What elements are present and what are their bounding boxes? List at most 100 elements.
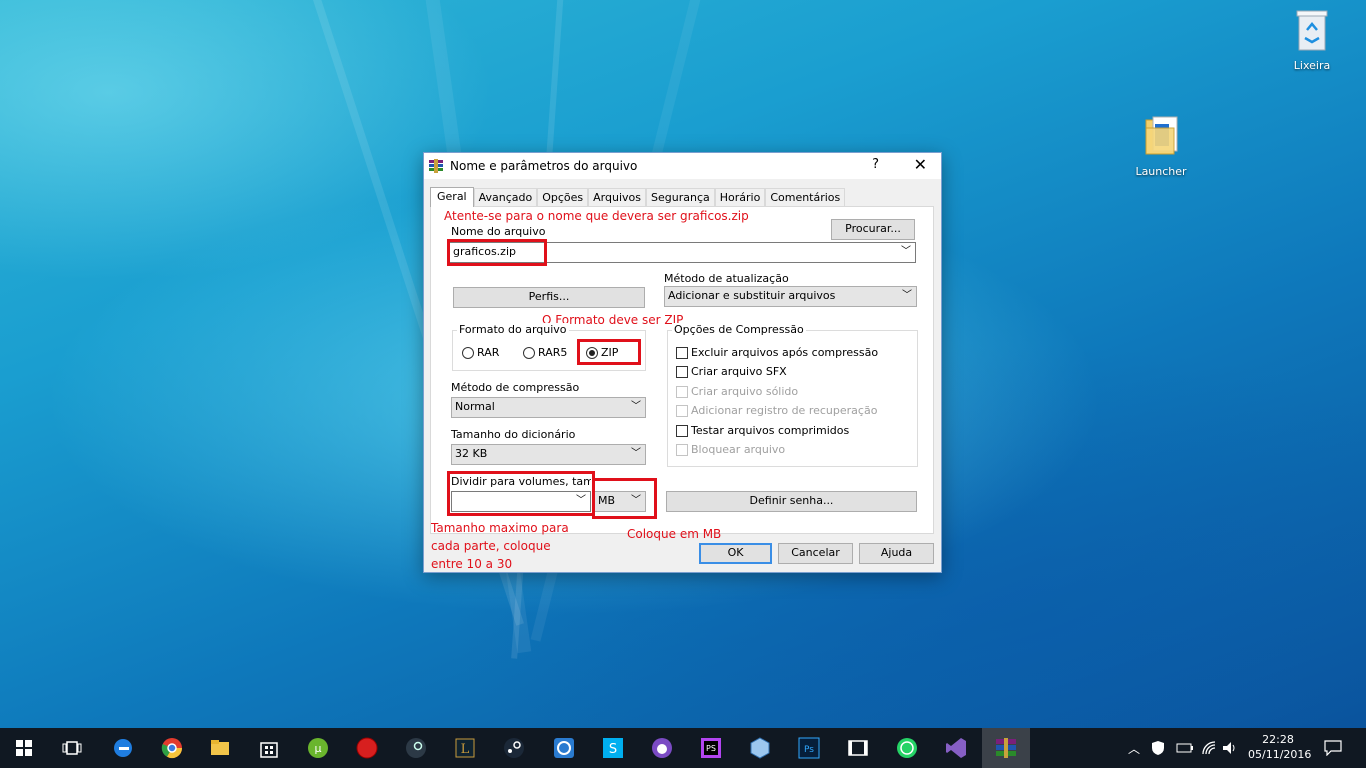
ok-button[interactable]: OK — [699, 543, 772, 564]
desktop-icon-label: Launcher — [1135, 165, 1187, 178]
profiles-button[interactable]: Perfis... — [453, 287, 645, 308]
tab-opcoes[interactable]: Opções — [537, 188, 589, 207]
recycle-bin-icon — [1277, 8, 1347, 55]
chevron-up-icon[interactable]: ︿ — [1128, 740, 1140, 757]
option-solid-archive: Criar arquivo sólido — [676, 385, 798, 398]
tab-arquivos[interactable]: Arquivos — [588, 188, 646, 207]
wifi-icon[interactable] — [1201, 740, 1217, 756]
clock[interactable]: 22:28 05/11/2016 — [1248, 732, 1312, 762]
option-label: Excluir arquivos após compressão — [691, 346, 879, 359]
league-icon[interactable]: L — [453, 736, 477, 760]
radio-label: RAR — [477, 346, 500, 359]
tab-avancado[interactable]: Avançado — [473, 188, 538, 207]
highlight-zip-format — [577, 339, 641, 365]
update-method-select[interactable]: Adicionar e substituir arquivos ﹀ — [664, 286, 917, 307]
file-explorer-icon[interactable] — [208, 736, 232, 760]
checkbox — [676, 404, 688, 417]
format-radio-rar[interactable]: RAR — [462, 346, 499, 359]
steam-like-icon[interactable] — [404, 736, 428, 760]
chevron-down-icon[interactable]: ﹀ — [901, 243, 911, 261]
utorrent-icon[interactable]: µ — [306, 736, 330, 760]
store-icon[interactable] — [257, 736, 281, 760]
dictionary-size-value: 32 KB — [455, 447, 488, 460]
chevron-down-icon: ﹀ — [631, 448, 641, 459]
winrar-icon[interactable] — [994, 736, 1018, 760]
annotation-unit-note: Coloque em MB — [627, 527, 722, 541]
help-button[interactable]: Ajuda — [859, 543, 934, 564]
whatsapp-icon[interactable] — [895, 736, 919, 760]
svg-text:S: S — [609, 742, 617, 757]
tab-comentarios[interactable]: Comentários — [765, 188, 846, 207]
start-icon[interactable] — [12, 736, 36, 760]
desktop-icon-recycle-bin[interactable]: Lixeira — [1277, 8, 1347, 72]
clock-date: 05/11/2016 — [1248, 748, 1312, 761]
chevron-down-icon: ﹀ — [902, 290, 912, 301]
tab-seguranca[interactable]: Segurança — [646, 188, 715, 207]
tab-horario[interactable]: Horário — [714, 188, 766, 207]
set-password-button[interactable]: Definir senha... — [666, 491, 917, 512]
option-label: Bloquear arquivo — [691, 443, 786, 456]
record-icon[interactable] — [355, 736, 379, 760]
skype-icon[interactable]: S — [601, 736, 625, 760]
winrar-icon — [429, 159, 443, 173]
steam-icon[interactable] — [502, 736, 526, 760]
help-icon[interactable]: ? — [872, 157, 879, 172]
file-name-label: Nome do arquivo — [451, 225, 546, 238]
radio-label: RAR5 — [538, 346, 568, 359]
general-tab-panel: Atente-se para o nome que devera ser gra… — [430, 206, 934, 534]
compression-options-label: Opções de Compressão — [672, 323, 806, 336]
option-label: Adicionar registro de recuperação — [691, 404, 878, 417]
annotation-name-note: Atente-se para o nome que devera ser gra… — [444, 209, 749, 223]
shield-icon[interactable] — [1151, 740, 1165, 756]
checkbox — [676, 365, 688, 378]
option-create-sfx[interactable]: Criar arquivo SFX — [676, 365, 787, 378]
highlight-split-size — [447, 471, 595, 516]
video-editor-icon[interactable] — [846, 736, 870, 760]
svg-text:Ps: Ps — [804, 745, 814, 755]
uplay-icon[interactable] — [552, 736, 576, 760]
checkbox — [676, 385, 688, 398]
checkbox — [676, 346, 688, 359]
desktop-icon-label: Lixeira — [1293, 59, 1331, 72]
folder-icon — [1126, 114, 1196, 161]
option-recovery-record: Adicionar registro de recuperação — [676, 404, 877, 417]
tab-geral[interactable]: Geral — [430, 187, 474, 207]
chat-icon[interactable] — [650, 736, 674, 760]
desktop-icon-launcher[interactable]: Launcher — [1126, 114, 1196, 178]
format-radio-rar5[interactable]: RAR5 — [523, 346, 567, 359]
format-group-label: Formato do arquivo — [457, 323, 569, 336]
radio-circle — [523, 346, 535, 359]
dictionary-size-select[interactable]: 32 KB ﹀ — [451, 444, 646, 465]
annotation-size-note-line2: cada parte, coloque — [431, 539, 551, 553]
option-label: Criar arquivo sólido — [691, 385, 799, 398]
edge-icon[interactable] — [111, 736, 135, 760]
update-method-value: Adicionar e substituir arquivos — [668, 289, 836, 302]
visual-studio-icon[interactable] — [944, 736, 968, 760]
compression-method-label: Método de compressão — [451, 381, 580, 394]
svg-text:PS: PS — [706, 744, 716, 753]
option-label: Testar arquivos comprimidos — [691, 424, 850, 437]
taskbar: µ L S PS Ps ︿ 22:28 05/11/2016 — [0, 728, 1366, 768]
photoshop-icon[interactable]: Ps — [797, 736, 821, 760]
browse-button[interactable]: Procurar... — [831, 219, 915, 240]
compression-method-select[interactable]: Normal ﹀ — [451, 397, 646, 418]
battery-icon[interactable] — [1176, 742, 1194, 754]
phpstorm-icon[interactable]: PS — [699, 736, 723, 760]
annotation-size-note-line3: entre 10 a 30 — [431, 557, 513, 571]
dialog-titlebar[interactable]: Nome e parâmetros do arquivo ? ✕ — [424, 153, 941, 179]
volume-icon[interactable] — [1222, 741, 1238, 755]
cancel-button[interactable]: Cancelar — [778, 543, 853, 564]
radio-circle — [462, 346, 474, 359]
compression-method-value: Normal — [455, 400, 495, 413]
notification-icon[interactable] — [1324, 740, 1342, 756]
annotation-size-note: Tamanho maximo para cada parte, coloque … — [431, 519, 569, 573]
dialog-title: Nome e parâmetros do arquivo — [450, 159, 638, 173]
task-view-icon[interactable] — [60, 736, 84, 760]
virtualbox-icon[interactable] — [748, 736, 772, 760]
close-icon[interactable]: ✕ — [914, 155, 927, 174]
chrome-icon[interactable] — [160, 736, 184, 760]
option-test-files[interactable]: Testar arquivos comprimidos — [676, 424, 849, 437]
archive-name-dialog: Nome e parâmetros do arquivo ? ✕ Geral A… — [423, 152, 942, 573]
option-delete-after[interactable]: Excluir arquivos após compressão — [676, 346, 878, 359]
dictionary-size-label: Tamanho do dicionário — [451, 428, 576, 441]
